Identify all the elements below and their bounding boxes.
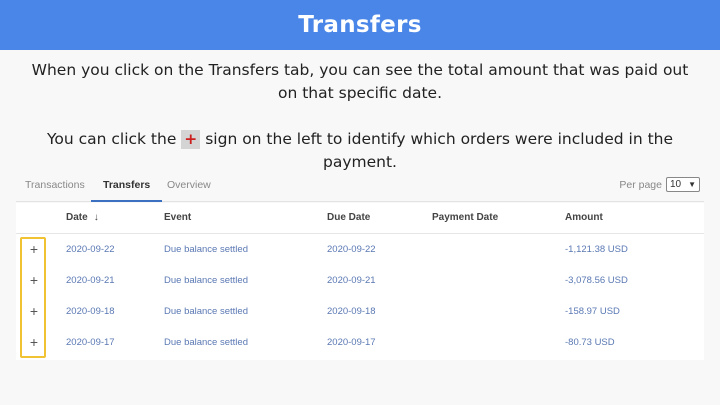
- tab-bar: Transactions Transfers Overview Per page…: [16, 172, 704, 202]
- slide-title: Transfers: [298, 12, 422, 38]
- row-amount: -80.73 USD: [565, 337, 615, 348]
- row-date[interactable]: 2020-09-18: [66, 306, 115, 317]
- row-date[interactable]: 2020-09-21: [66, 275, 115, 286]
- column-header-due-date: Due Date: [327, 212, 371, 223]
- expand-row-button[interactable]: +: [26, 303, 42, 319]
- table-row: + 2020-09-21 Due balance settled 2020-09…: [16, 266, 704, 297]
- row-due-date: 2020-09-22: [327, 244, 376, 255]
- per-page-value: 10: [670, 179, 682, 190]
- row-date[interactable]: 2020-09-22: [66, 244, 115, 255]
- column-header-payment-date: Payment Date: [432, 212, 499, 223]
- row-event: Due balance settled: [164, 275, 248, 286]
- column-header-date[interactable]: Date ↓: [66, 212, 99, 223]
- table-row: + 2020-09-22 Due balance settled 2020-09…: [16, 235, 704, 266]
- row-due-date: 2020-09-17: [327, 337, 376, 348]
- tab-overview[interactable]: Overview: [167, 179, 211, 202]
- expand-row-button[interactable]: +: [26, 334, 42, 350]
- per-page-label: Per page: [619, 178, 662, 191]
- instruction-line-1: When you click on the Transfers tab, you…: [31, 61, 689, 102]
- row-event: Due balance settled: [164, 337, 248, 348]
- row-date[interactable]: 2020-09-17: [66, 337, 115, 348]
- table-row: + 2020-09-18 Due balance settled 2020-09…: [16, 297, 704, 328]
- row-due-date: 2020-09-18: [327, 306, 376, 317]
- slide-header: Transfers: [0, 0, 720, 50]
- per-page-control: Per page 10 ▼: [619, 177, 700, 192]
- row-amount: -158.97 USD: [565, 306, 620, 317]
- instruction-text-before: You can click the: [46, 130, 182, 148]
- tab-transactions[interactable]: Transactions: [25, 179, 85, 202]
- instruction-line-2: You can click the + sign on the left to …: [20, 128, 700, 174]
- sort-arrow-icon: ↓: [93, 212, 99, 223]
- chevron-down-icon: ▼: [688, 180, 696, 189]
- row-due-date: 2020-09-21: [327, 275, 376, 286]
- instruction-text-after: sign on the left to identify which order…: [200, 130, 674, 171]
- per-page-select[interactable]: 10 ▼: [666, 177, 700, 192]
- row-amount: -3,078.56 USD: [565, 275, 628, 286]
- column-header-date-label: Date: [66, 212, 88, 223]
- column-header-event: Event: [164, 212, 192, 223]
- tab-transfers[interactable]: Transfers: [91, 179, 163, 202]
- expand-row-button[interactable]: +: [26, 272, 42, 288]
- plus-sign-highlight: +: [181, 130, 201, 149]
- transfers-app: Transactions Transfers Overview Per page…: [16, 172, 704, 360]
- transfers-table: Date ↓ Event Due Date Payment Date Amount…: [16, 203, 704, 360]
- table-row: + 2020-09-17 Due balance settled 2020-09…: [16, 328, 704, 359]
- row-event: Due balance settled: [164, 244, 248, 255]
- row-amount: -1,121.38 USD: [565, 244, 628, 255]
- row-event: Due balance settled: [164, 306, 248, 317]
- column-header-amount: Amount: [565, 212, 603, 223]
- table-header: Date ↓ Event Due Date Payment Date Amount: [16, 203, 704, 234]
- expand-row-button[interactable]: +: [26, 241, 42, 257]
